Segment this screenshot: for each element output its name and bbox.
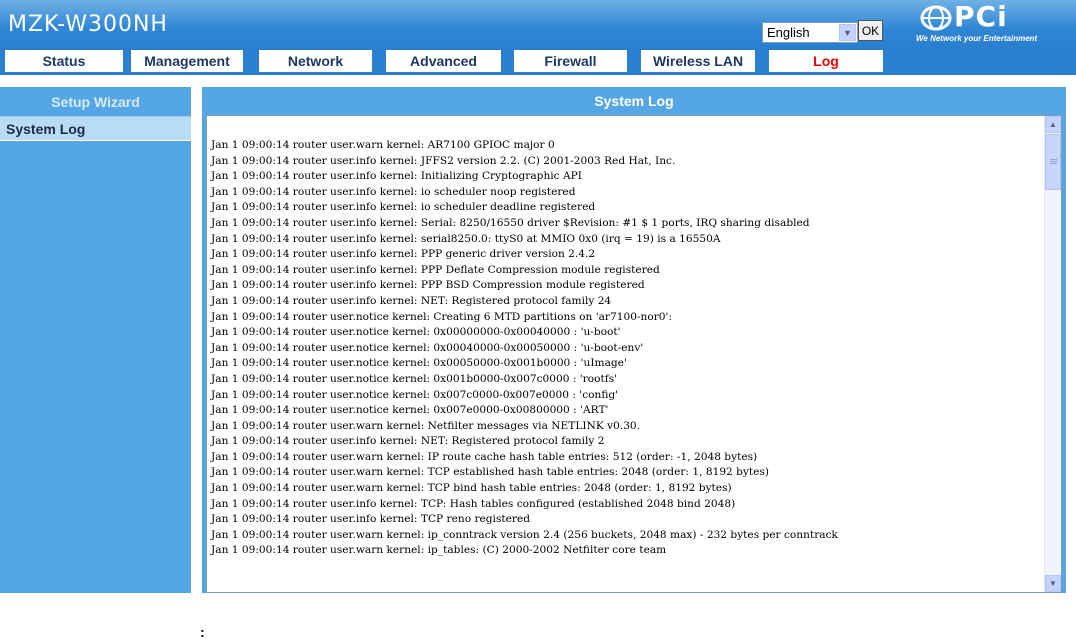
log-line: Jan 1 09:00:14 router user.info kernel: … [211,216,810,229]
log-line: Jan 1 09:00:14 router user.notice kernel… [211,372,618,385]
panel-title: System Log [594,93,674,109]
log-line: Jan 1 09:00:14 router user.warn kernel: … [211,544,667,557]
scroll-down-icon[interactable]: ▼ [1045,575,1061,592]
log-line: Jan 1 09:00:14 router user.notice kernel… [211,310,673,323]
log-line: Jan 1 09:00:14 router user.notice kernel… [211,341,644,354]
language-selected-value: English [767,25,810,40]
main-panel: System Log Jan 1 09:00:14 router user.wa… [202,87,1066,593]
tab-firewall[interactable]: Firewall [514,50,627,72]
logo-tagline: We Network your Entertainment [916,34,1038,43]
log-line: Jan 1 09:00:14 router user.info kernel: … [211,232,721,245]
log-line: Jan 1 09:00:14 router user.info kernel: … [211,263,660,276]
log-line: Jan 1 09:00:14 router user.notice kernel… [211,388,619,401]
log-line: Jan 1 09:00:14 router user.info kernel: … [211,170,582,183]
log-line: Jan 1 09:00:14 router user.warn kernel: … [211,466,770,479]
tab-advanced[interactable]: Advanced [386,50,501,72]
log-line: Jan 1 09:00:14 router user.info kernel: … [211,201,596,214]
header-divider [0,75,1076,87]
tab-log[interactable]: Log [769,50,883,72]
sidebar-item-setup-wizard[interactable]: Setup Wizard [0,87,191,117]
logo-text: PCi [954,0,1008,33]
chevron-down-icon[interactable]: ▼ [839,24,856,41]
log-line: Jan 1 09:00:14 router user.info kernel: … [211,294,612,307]
log-line: Jan 1 09:00:14 router user.info kernel: … [211,435,605,448]
log-line: Jan 1 09:00:14 router user.info kernel: … [211,185,576,198]
log-scrollbar[interactable]: ▲ ▼ [1044,116,1061,592]
log-line: Jan 1 09:00:14 router user.warn kernel: … [211,450,758,463]
log-line: Jan 1 09:00:14 router user.notice kernel… [211,404,609,417]
globe-logo-icon [920,5,952,31]
log-line: Jan 1 09:00:14 router user.warn kernel: … [211,482,732,495]
tab-management[interactable]: Management [131,50,243,72]
log-line: Jan 1 09:00:14 router user.info kernel: … [211,513,531,526]
log-line: Jan 1 09:00:14 router user.notice kernel… [211,357,627,370]
scroll-up-icon[interactable]: ▲ [1045,116,1061,133]
main-nav: Status Management Network Advanced Firew… [0,48,1076,75]
router-admin-page: MZK-W300NH English ▼ OK PCi We Network y… [0,0,1076,642]
log-line: Jan 1 09:00:14 router user.warn kernel: … [211,528,838,541]
log-line: Jan 1 09:00:14 router user.info kernel: … [211,248,596,261]
tab-wireless-lan[interactable]: Wireless LAN [641,50,755,72]
tab-network[interactable]: Network [259,50,372,72]
log-content: Jan 1 09:00:14 router user.warn kernel: … [211,138,1045,559]
sidebar-item-system-log[interactable]: System Log [0,117,191,141]
log-line: Jan 1 09:00:14 router user.info kernel: … [211,154,676,167]
footer-mark: : [200,624,205,640]
scroll-thumb[interactable] [1045,134,1061,190]
sidebar: Setup Wizard System Log [0,87,191,593]
pci-logo: PCi We Network your Entertainment [912,0,1062,46]
product-title: MZK-W300NH [8,12,168,37]
language-ok-button[interactable]: OK [858,20,883,41]
log-line: Jan 1 09:00:14 router user.warn kernel: … [211,419,641,432]
log-line: Jan 1 09:00:14 router user.notice kernel… [211,326,621,339]
tab-status[interactable]: Status [5,50,123,72]
header-bar: MZK-W300NH English ▼ OK PCi We Network y… [0,0,1076,48]
log-line: Jan 1 09:00:14 router user.info kernel: … [211,497,736,510]
log-line: Jan 1 09:00:14 router user.warn kernel: … [211,139,555,151]
log-line: Jan 1 09:00:14 router user.info kernel: … [211,279,645,292]
language-select[interactable]: English ▼ [762,22,858,43]
system-log-textarea[interactable]: Jan 1 09:00:14 router user.warn kernel: … [206,115,1062,593]
